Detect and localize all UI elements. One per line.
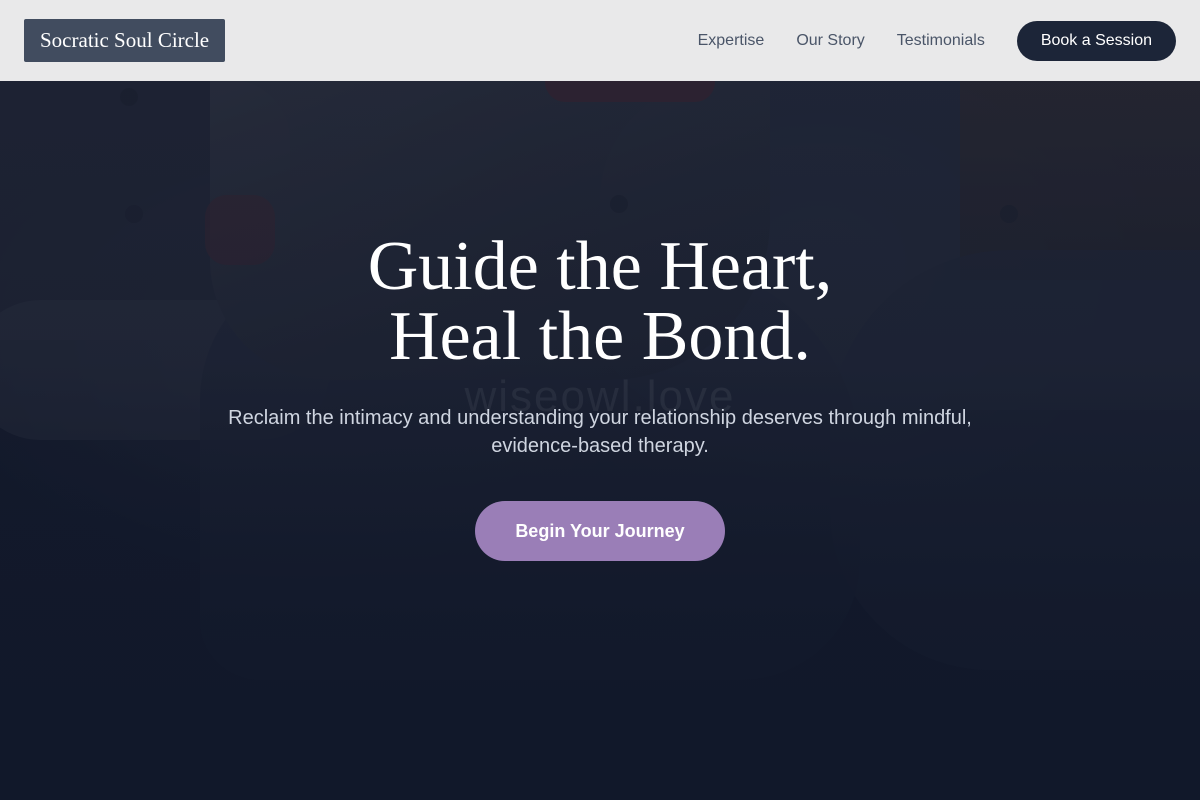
hero-headline: Guide the Heart, Heal the Bond. [0, 232, 1200, 372]
nav-link-our-story[interactable]: Our Story [796, 32, 864, 50]
hero-content: Guide the Heart, Heal the Bond. Reclaim … [0, 232, 1200, 561]
headline-line-2: Heal the Bond. [389, 298, 811, 375]
headline-line-1: Guide the Heart, [367, 228, 833, 305]
site-header: Socratic Soul Circle Expertise Our Story… [0, 0, 1200, 81]
main-nav: Expertise Our Story Testimonials Book a … [698, 20, 1176, 61]
hero-subtitle: Reclaim the intimacy and understanding y… [228, 407, 972, 457]
nav-link-testimonials[interactable]: Testimonials [897, 32, 985, 50]
site-logo[interactable]: Socratic Soul Circle [24, 19, 226, 62]
book-session-button[interactable]: Book a Session [1016, 20, 1176, 61]
begin-journey-button[interactable]: Begin Your Journey [475, 501, 725, 561]
nav-link-expertise[interactable]: Expertise [698, 32, 765, 50]
